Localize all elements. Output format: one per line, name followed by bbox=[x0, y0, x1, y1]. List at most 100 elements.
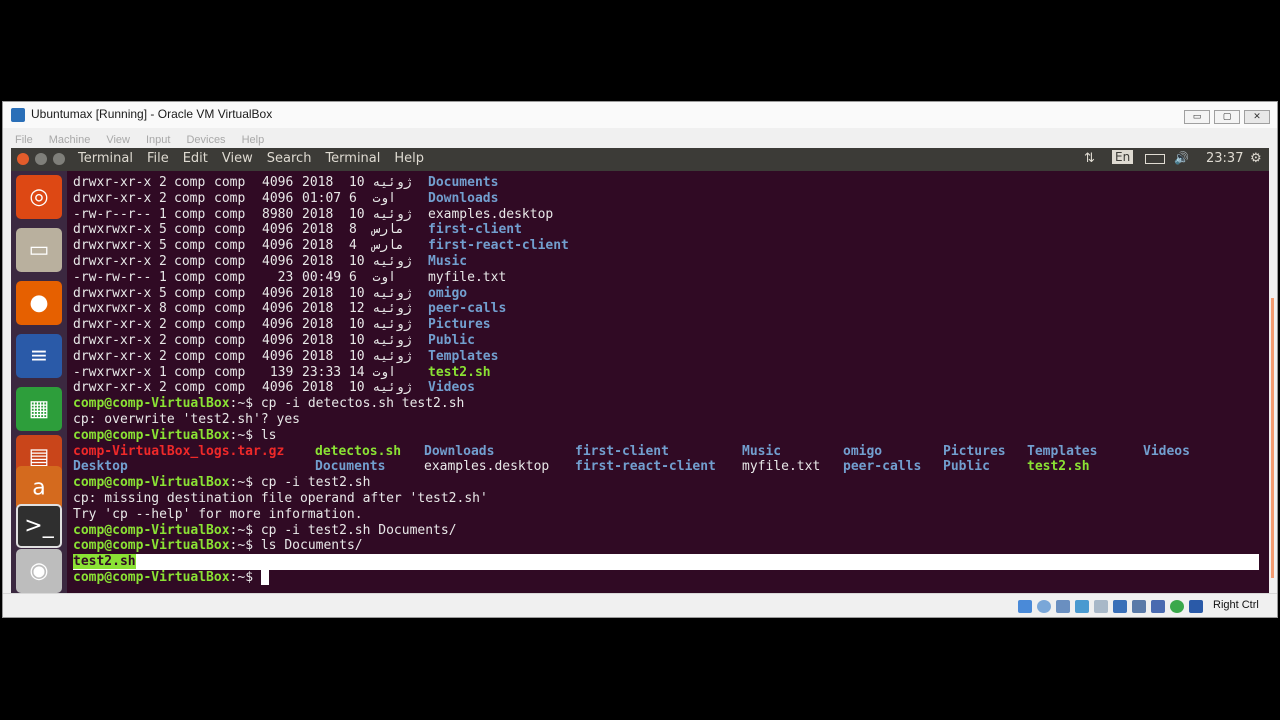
virtualbox-statusbar: Right Ctrl bbox=[3, 593, 1277, 617]
menu-input[interactable]: Input bbox=[146, 134, 170, 146]
file-date: اوت 14 23:33 bbox=[302, 364, 396, 380]
file-name: Videos bbox=[428, 380, 475, 396]
ubuntu-topbar: Terminal File Edit View Search Terminal Help ⇅… bbox=[11, 148, 1269, 171]
file-group: comp bbox=[214, 301, 246, 317]
file-size: 4096 bbox=[262, 238, 294, 254]
file-name: Documents bbox=[428, 175, 499, 190]
file-links: 2 bbox=[159, 348, 167, 364]
prompt-user: comp@comp-VirtualBox bbox=[73, 475, 230, 491]
file-name: Public bbox=[428, 332, 475, 348]
appmenu-help[interactable]: Help bbox=[394, 151, 424, 166]
ls-entry: Downloads bbox=[424, 443, 495, 459]
prompt-path: :~$ bbox=[229, 427, 261, 443]
firefox-glyph: ● bbox=[29, 290, 49, 316]
launcher-writer-icon[interactable]: ≡ bbox=[16, 334, 62, 378]
hdd-icon[interactable] bbox=[1018, 600, 1032, 613]
clock[interactable]: 23:37 bbox=[1206, 151, 1243, 166]
appmenu-file[interactable]: File bbox=[147, 151, 169, 166]
recording-icon[interactable] bbox=[1151, 600, 1165, 613]
terminal-maximize-icon[interactable] bbox=[53, 153, 65, 165]
minimize-button[interactable]: ▭ bbox=[1184, 110, 1210, 124]
file-size: 4096 bbox=[262, 348, 294, 364]
appmenu-edit[interactable]: Edit bbox=[183, 151, 208, 166]
file-owner: comp bbox=[174, 253, 206, 269]
file-date: ژوئیه 10 2018 bbox=[302, 253, 412, 269]
terminal-output[interactable]: drwxr-xr-x 2 comp comp 4096 ژوئیه 10 2018 Docu… bbox=[73, 175, 1263, 589]
file-name: examples.desktop bbox=[428, 206, 554, 222]
terminal-line: test2.sh bbox=[73, 554, 1263, 570]
ls-entry: peer-calls bbox=[843, 459, 922, 475]
file-size: 23 bbox=[262, 269, 294, 285]
right-edge-bar bbox=[1271, 298, 1274, 578]
app-menubar: Terminal File Edit View Search Terminal Help bbox=[78, 151, 438, 166]
files-glyph: ▭ bbox=[28, 237, 50, 263]
battery-icon[interactable] bbox=[1145, 154, 1165, 164]
file-permissions: drwxrwxr-x bbox=[73, 222, 152, 238]
file-links: 2 bbox=[159, 317, 167, 333]
file-group: comp bbox=[214, 253, 246, 269]
launcher-calc-icon[interactable]: ▦ bbox=[16, 387, 62, 431]
file-links: 8 bbox=[159, 301, 167, 317]
close-button[interactable]: ✕ bbox=[1244, 110, 1270, 124]
ubuntu-dash-glyph: ◎ bbox=[29, 184, 49, 210]
audio-icon[interactable] bbox=[1056, 600, 1070, 613]
file-size: 139 bbox=[262, 364, 294, 380]
terminal-line: Desktop Documents examples.desktop first-re… bbox=[73, 459, 1263, 475]
terminal-line: comp@comp-VirtualBox:~$ cp -i test2.sh D… bbox=[73, 523, 1263, 539]
settings-gear-icon[interactable]: ⚙ bbox=[1250, 151, 1262, 166]
launcher-terminal-icon[interactable]: >_ bbox=[16, 504, 62, 548]
ls-entry: omigo bbox=[843, 443, 883, 459]
file-size: 4096 bbox=[262, 332, 294, 348]
shared-folders-icon[interactable] bbox=[1113, 600, 1127, 613]
keyboard-layout-indicator[interactable]: En bbox=[1112, 150, 1134, 164]
appmenu-search[interactable]: Search bbox=[267, 151, 312, 166]
file-owner: comp bbox=[174, 317, 206, 333]
prompt-path: :~$ bbox=[229, 569, 261, 585]
appmenu-view[interactable]: View bbox=[222, 151, 253, 166]
display-icon[interactable] bbox=[1132, 600, 1146, 613]
volume-icon[interactable]: 🔊 bbox=[1174, 151, 1189, 165]
usb-icon[interactable] bbox=[1094, 600, 1108, 613]
listing-row: drwxr-xr-x 2 comp comp 4096 ژوئیه 10 2018 Publ… bbox=[73, 333, 1263, 349]
file-permissions: drwxr-xr-x bbox=[73, 253, 152, 269]
file-links: 2 bbox=[159, 253, 167, 269]
menu-view[interactable]: View bbox=[106, 134, 130, 146]
appmenu-terminal[interactable]: Terminal bbox=[325, 151, 380, 166]
terminal-line: Try 'cp --help' for more information. bbox=[73, 507, 1263, 523]
launcher-files-icon[interactable]: ▭ bbox=[16, 228, 62, 272]
cpu-icon[interactable] bbox=[1170, 600, 1184, 613]
network-adapter-icon[interactable] bbox=[1075, 600, 1089, 613]
listing-row: drwxr-xr-x 2 comp comp 4096 ژوئیه 10 2018 Pict… bbox=[73, 317, 1263, 333]
file-group: comp bbox=[214, 238, 246, 254]
launcher-dvd-icon[interactable]: ◉ bbox=[16, 549, 62, 593]
menu-help[interactable]: Help bbox=[242, 134, 265, 146]
file-links: 2 bbox=[159, 175, 167, 190]
file-size: 4096 bbox=[262, 253, 294, 269]
file-links: 5 bbox=[159, 285, 167, 301]
file-group: comp bbox=[214, 364, 246, 380]
file-permissions: drwxrwxr-x bbox=[73, 238, 152, 254]
error-output: cp: missing destination file operand aft… bbox=[73, 490, 488, 506]
ls-entry: test2.sh bbox=[1027, 459, 1090, 475]
mouse-integration-icon[interactable] bbox=[1189, 600, 1203, 613]
terminal-minimize-icon[interactable] bbox=[35, 153, 47, 165]
file-date: ژوئیه 10 2018 bbox=[302, 317, 412, 333]
menu-devices[interactable]: Devices bbox=[186, 134, 225, 146]
listing-row: -rw-r--r-- 1 comp comp 8980 ژوئیه 10 2018 exam… bbox=[73, 207, 1263, 223]
ls-entry: Desktop bbox=[73, 459, 128, 475]
menu-machine[interactable]: Machine bbox=[49, 134, 91, 146]
listing-row: drwxrwxr-x 5 comp comp 4096 ژوئیه 10 2018 omig… bbox=[73, 286, 1263, 302]
launcher-firefox-icon[interactable]: ● bbox=[16, 281, 62, 325]
file-owner: comp bbox=[174, 348, 206, 364]
launcher-ubuntu-dash-icon[interactable]: ◎ bbox=[16, 175, 62, 219]
file-date: ژوئیه 10 2018 bbox=[302, 380, 412, 396]
file-name: peer-calls bbox=[428, 301, 507, 317]
file-owner: comp bbox=[174, 175, 206, 190]
listing-row: drwxr-xr-x 2 comp comp 4096 اوت 6 01:07 Downlo… bbox=[73, 191, 1263, 207]
optical-drive-icon[interactable] bbox=[1037, 600, 1051, 613]
maximize-button[interactable]: ▢ bbox=[1214, 110, 1240, 124]
appmenu-terminal-title[interactable]: Terminal bbox=[78, 151, 133, 166]
menu-file[interactable]: File bbox=[15, 134, 33, 146]
network-icon[interactable]: ⇅ bbox=[1084, 151, 1095, 166]
terminal-close-icon[interactable] bbox=[17, 153, 29, 165]
